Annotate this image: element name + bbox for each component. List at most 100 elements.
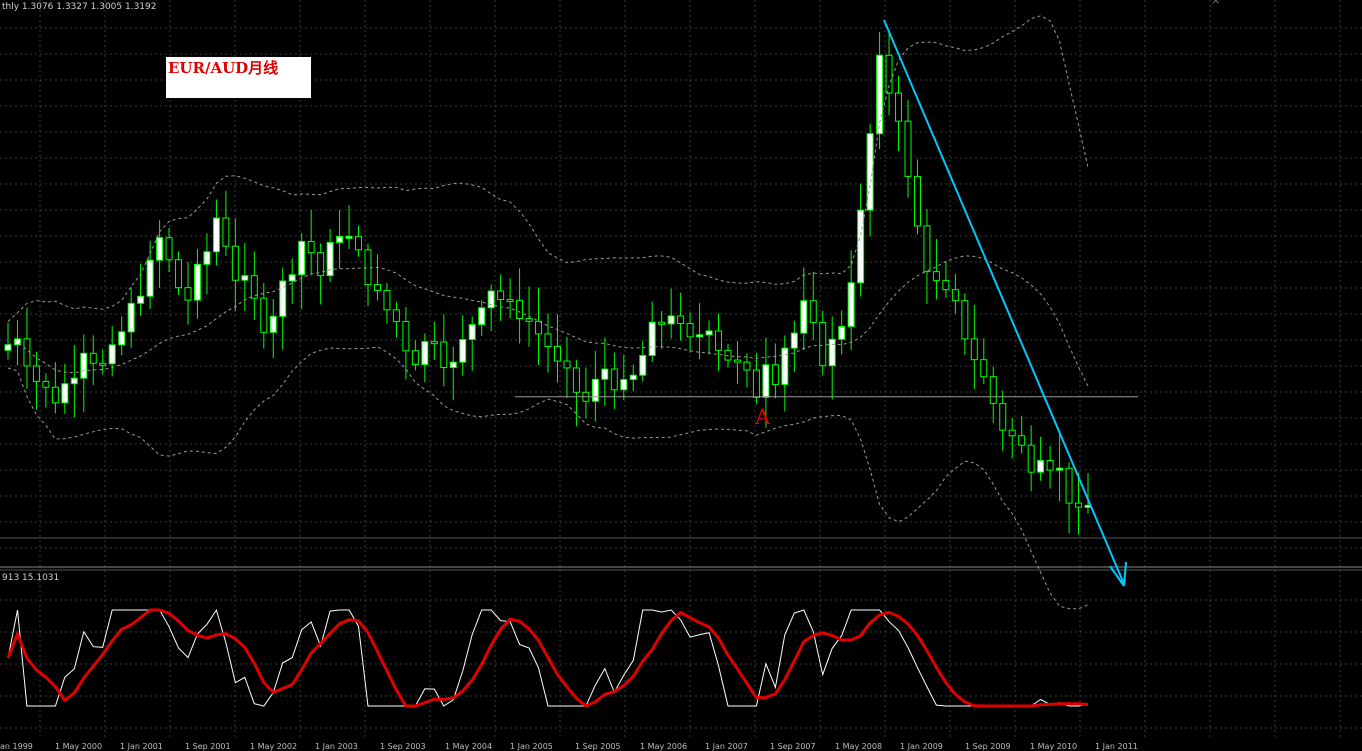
- candle-body: [288, 274, 296, 282]
- candle-body: [819, 322, 827, 367]
- x-tick-label: 1 May 2004: [445, 742, 493, 751]
- candle-body: [402, 321, 410, 352]
- candle-body: [563, 360, 571, 369]
- x-tick-label: 1 Sep 2009: [965, 742, 1011, 751]
- candle-body: [516, 299, 524, 320]
- candle-body: [487, 290, 495, 309]
- candle-body: [525, 318, 533, 322]
- candle-body: [127, 302, 135, 333]
- candle-body: [430, 341, 438, 345]
- x-tick-label: 1 Jan 2003: [315, 742, 358, 751]
- candle-body: [89, 352, 97, 364]
- candle-body: [193, 263, 201, 301]
- candle-body: [175, 259, 183, 289]
- candle-body: [156, 237, 164, 261]
- close-icon[interactable]: ✕: [1212, 0, 1220, 7]
- candle-body: [762, 364, 770, 398]
- candle-body: [506, 299, 514, 303]
- candle-body: [42, 380, 50, 388]
- candle-body: [70, 377, 78, 385]
- candle-body: [932, 271, 940, 282]
- candle-body: [468, 324, 476, 340]
- candle-body: [961, 300, 969, 340]
- candle-body: [1008, 429, 1016, 437]
- candle-body: [440, 341, 448, 369]
- price-chart: [0, 0, 1362, 738]
- candle-body: [108, 344, 116, 365]
- candle-body: [269, 315, 277, 333]
- candle-body: [677, 315, 685, 324]
- candle-body: [184, 287, 192, 301]
- candle-body: [705, 330, 713, 336]
- candle-body: [411, 350, 419, 366]
- candle-body: [364, 249, 372, 286]
- candle-body: [32, 365, 40, 382]
- candle-body: [572, 367, 580, 393]
- candle-body: [345, 235, 353, 239]
- candle-body: [895, 92, 903, 122]
- candle-body: [715, 330, 723, 351]
- candle-body: [752, 369, 760, 398]
- candle-body: [80, 352, 88, 379]
- candle-body: [222, 217, 230, 247]
- candle-body: [298, 240, 306, 276]
- x-tick-label: 1 Jan 2005: [510, 742, 553, 751]
- candle-body: [733, 359, 741, 363]
- candle-body: [999, 402, 1007, 431]
- x-tick-label: 1 Sep 2001: [185, 742, 231, 751]
- candle-body: [1018, 435, 1026, 446]
- candle-body: [591, 378, 599, 402]
- candle-body: [4, 344, 12, 351]
- candle-body: [838, 326, 846, 340]
- candle-body: [23, 338, 31, 367]
- candle-body: [478, 307, 486, 326]
- title-label-box: EUR/AUD月线: [166, 57, 311, 98]
- candle-body: [326, 241, 334, 277]
- chart-title: EUR/AUD月线: [168, 59, 279, 77]
- candle-body: [658, 321, 666, 325]
- x-tick-label: 1 Jan 2001: [120, 742, 163, 751]
- candle-body: [648, 321, 656, 356]
- candle-body: [137, 295, 145, 304]
- support-point-label: A: [755, 405, 771, 429]
- candle-body: [336, 235, 344, 243]
- x-tick-label: 1 May 2010: [1030, 742, 1078, 751]
- candle-body: [392, 309, 400, 323]
- candle-body: [544, 333, 552, 347]
- candle-body: [790, 332, 798, 349]
- x-tick-label: 1 May 2008: [835, 742, 883, 751]
- candle-body: [1037, 459, 1045, 473]
- candle-body: [620, 379, 628, 391]
- candle-body: [61, 383, 69, 404]
- indicator-header: 913 15.1031: [2, 573, 60, 583]
- candle-body: [951, 289, 959, 302]
- candle-body: [497, 290, 505, 301]
- x-tick-label: 1 Sep 2003: [380, 742, 426, 751]
- chart-window: { "header": { "text": "thly 1.3076 1.332…: [0, 0, 1362, 751]
- candle-body: [99, 362, 107, 366]
- candle-body: [942, 280, 950, 291]
- candle-body: [1027, 444, 1035, 473]
- x-tick-label: 1 May 2006: [640, 742, 688, 751]
- candle-body: [146, 259, 154, 297]
- candle-body: [260, 297, 268, 333]
- downtrend-line: [883, 19, 1125, 585]
- candle-body: [743, 361, 751, 371]
- candle-body: [1075, 502, 1083, 508]
- x-tick-label: 1 May 2000: [55, 742, 103, 751]
- candle-body: [781, 347, 789, 385]
- candle-body: [639, 354, 647, 376]
- x-tick-label: 1 Jan 2009: [900, 742, 943, 751]
- candle-body: [923, 225, 931, 273]
- candle-body: [307, 240, 315, 254]
- candle-body: [610, 368, 618, 391]
- candle-body: [857, 209, 865, 284]
- x-tick-label: 1 Sep 2005: [575, 742, 621, 751]
- candle-body: [421, 341, 429, 366]
- x-tick-label: 1 Jan 2007: [705, 742, 748, 751]
- candle-body: [553, 345, 561, 362]
- candle-body: [989, 376, 997, 404]
- x-tick-label: 1 Sep 2007: [770, 742, 816, 751]
- candle-body: [980, 359, 988, 378]
- downtrend-arrowhead: [1109, 561, 1127, 587]
